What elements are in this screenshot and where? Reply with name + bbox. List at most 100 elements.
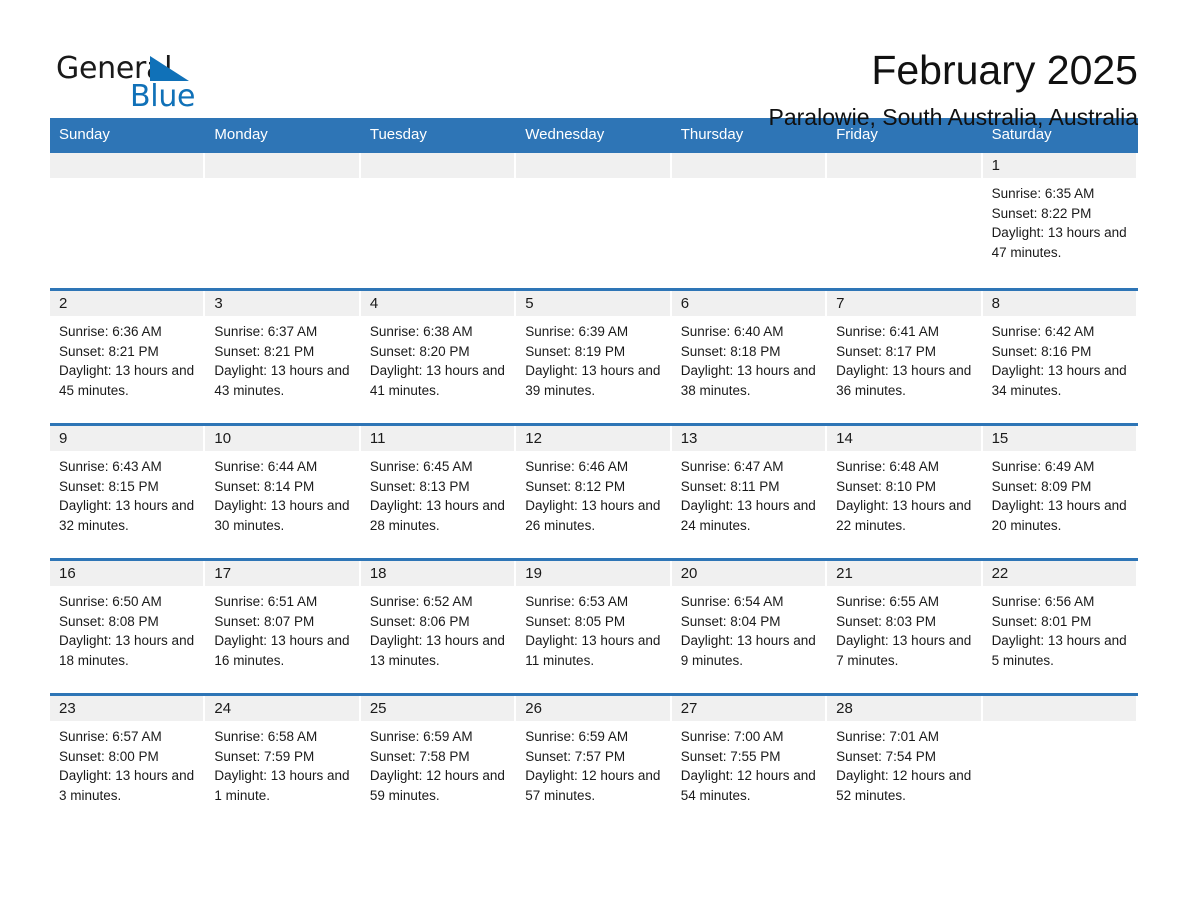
daylight-text: Daylight: 13 hours and 11 minutes. [525, 633, 661, 668]
calendar-day-cell-empty [827, 153, 983, 288]
sunset-text: Sunset: 8:08 PM [59, 613, 159, 629]
day-number: 27 [671, 696, 826, 721]
calendar-day-cell[interactable]: 8 Sunrise: 6:42 AM Sunset: 8:16 PM Daylight… [982, 291, 1138, 423]
calendar-day-cell[interactable]: 14 Sunrise: 6:48 AM Sunset: 8:10 PM Dayligh… [827, 426, 983, 558]
calendar-day-cell[interactable]: 3 Sunrise: 6:37 AM Sunset: 8:21 PM Daylight… [205, 291, 361, 423]
calendar-day-cell[interactable]: 17 Sunrise: 6:51 AM Sunset: 8:07 PM Dayligh… [205, 561, 361, 693]
sunset-text: Sunset: 7:57 PM [525, 748, 626, 764]
day-details: Sunrise: 6:37 AM Sunset: 8:21 PM Daylight:… [205, 316, 360, 400]
day-number [982, 696, 1136, 721]
day-number: 13 [671, 426, 826, 451]
daylight-text: Daylight: 13 hours and 36 minutes. [836, 363, 972, 398]
sunrise-text: Sunrise: 6:50 AM [59, 594, 162, 609]
sunset-text: Sunset: 8:05 PM [525, 613, 626, 629]
sunset-text: Sunset: 7:58 PM [369, 748, 470, 764]
calendar-day-cell[interactable]: 9 Sunrise: 6:43 AM Sunset: 8:15 PM Daylight… [50, 426, 206, 558]
day-details: Sunrise: 6:58 AM Sunset: 7:59 PM Daylight:… [205, 721, 360, 805]
day-details: Sunrise: 6:57 AM Sunset: 8:00 PM Daylight:… [50, 721, 205, 805]
calendar-day-cell[interactable]: 5 Sunrise: 6:39 AM Sunset: 8:19 PM Daylight… [516, 291, 672, 423]
day-details: Sunrise: 6:38 AM Sunset: 8:20 PM Daylight:… [361, 316, 516, 400]
day-details: Sunrise: 6:55 AM Sunset: 8:03 PM Daylight:… [827, 586, 982, 670]
calendar-day-cell[interactable]: 12 Sunrise: 6:46 AM Sunset: 8:12 PM Dayligh… [516, 426, 672, 558]
day-details: Sunrise: 6:42 AM Sunset: 8:16 PM Daylight:… [983, 316, 1138, 400]
sunset-text: Sunset: 8:18 PM [680, 343, 781, 359]
daylight-text: Daylight: 13 hours and 1 minute. [214, 768, 350, 803]
day-number: 24 [205, 696, 359, 721]
calendar-grid: Sunday Monday Tuesday Wednesday Thursday… [50, 118, 1138, 828]
sunrise-text: Sunrise: 6:35 AM [991, 186, 1095, 201]
daylight-text: Daylight: 13 hours and 20 minutes. [991, 498, 1127, 533]
calendar-day-cell[interactable]: 22 Sunrise: 6:56 AM Sunset: 8:01 PM Dayligh… [982, 561, 1138, 693]
sunrise-text: Sunrise: 6:59 AM [525, 729, 629, 744]
sunset-text: Sunset: 8:21 PM [59, 343, 159, 359]
calendar-day-cell[interactable]: 4 Sunrise: 6:38 AM Sunset: 8:20 PM Daylight… [360, 291, 517, 423]
calendar-day-cell[interactable]: 16 Sunrise: 6:50 AM Sunset: 8:08 PM Dayligh… [50, 561, 206, 693]
daylight-text: Daylight: 13 hours and 28 minutes. [369, 498, 505, 533]
day-number: 19 [516, 561, 670, 586]
calendar-day-cell[interactable]: 19 Sunrise: 6:53 AM Sunset: 8:05 PM Dayligh… [516, 561, 672, 693]
sunrise-text: Sunrise: 6:47 AM [680, 459, 784, 474]
calendar-day-cell[interactable]: 26 Sunrise: 6:59 AM Sunset: 7:57 PM Dayligh… [516, 696, 672, 828]
calendar-day-cell[interactable]: 13 Sunrise: 6:47 AM Sunset: 8:11 PM Dayligh… [671, 426, 828, 558]
sunrise-text: Sunrise: 6:49 AM [991, 459, 1095, 474]
day-number: 1 [982, 153, 1136, 178]
sunset-text: Sunset: 8:01 PM [991, 613, 1092, 629]
daylight-text: Daylight: 13 hours and 3 minutes. [59, 768, 195, 803]
weekday-header-wednesday: Wednesday [525, 126, 605, 143]
day-details: Sunrise: 6:53 AM Sunset: 8:05 PM Daylight:… [516, 586, 671, 670]
general-blue-logo[interactable]: General Blue [56, 46, 206, 116]
daylight-text: Daylight: 13 hours and 22 minutes. [836, 498, 972, 533]
day-details: Sunrise: 6:50 AM Sunset: 8:08 PM Daylight:… [50, 586, 205, 670]
calendar-day-cell[interactable]: 1 Sunrise: 6:35 AM Sunset: 8:22 PM Daylight… [982, 153, 1138, 288]
logo-word-blue: Blue [130, 79, 196, 114]
day-number: 28 [827, 696, 981, 721]
calendar-day-cell[interactable]: 27 Sunrise: 7:00 AM Sunset: 7:55 PM Dayligh… [671, 696, 828, 828]
calendar-day-cell[interactable]: 18 Sunrise: 6:52 AM Sunset: 8:06 PM Dayligh… [360, 561, 517, 693]
sunrise-text: Sunrise: 6:57 AM [59, 729, 162, 744]
daylight-text: Daylight: 12 hours and 59 minutes. [369, 768, 505, 803]
calendar-day-cell[interactable]: 25 Sunrise: 6:59 AM Sunset: 7:58 PM Dayligh… [360, 696, 517, 828]
daylight-text: Daylight: 13 hours and 9 minutes. [680, 633, 816, 668]
day-number [516, 153, 670, 178]
sunrise-text: Sunrise: 6:54 AM [680, 594, 784, 609]
calendar-day-cell[interactable]: 6 Sunrise: 6:40 AM Sunset: 8:18 PM Daylight… [671, 291, 828, 423]
day-number [827, 153, 981, 178]
page-title: February 2025 [871, 47, 1138, 93]
calendar-day-cell[interactable]: 20 Sunrise: 6:54 AM Sunset: 8:04 PM Dayligh… [671, 561, 828, 693]
daylight-text: Daylight: 12 hours and 52 minutes. [836, 768, 972, 803]
calendar-day-cell[interactable]: 10 Sunrise: 6:44 AM Sunset: 8:14 PM Dayligh… [205, 426, 361, 558]
calendar-day-cell[interactable]: 21 Sunrise: 6:55 AM Sunset: 8:03 PM Dayligh… [827, 561, 983, 693]
weekday-header-friday: Friday [836, 126, 878, 143]
sunset-text: Sunset: 8:11 PM [680, 478, 780, 494]
sunset-text: Sunset: 8:06 PM [369, 613, 470, 629]
sunrise-text: Sunrise: 6:45 AM [369, 459, 473, 474]
sunset-text: Sunset: 8:07 PM [214, 613, 315, 629]
calendar-day-cell[interactable]: 23 Sunrise: 6:57 AM Sunset: 8:00 PM Dayligh… [50, 696, 206, 828]
sunrise-text: Sunrise: 6:38 AM [369, 324, 473, 339]
calendar-day-cell[interactable]: 7 Sunrise: 6:41 AM Sunset: 8:17 PM Daylight… [827, 291, 983, 423]
daylight-text: Daylight: 13 hours and 45 minutes. [59, 363, 195, 398]
sunset-text: Sunset: 7:59 PM [214, 748, 315, 764]
sunrise-text: Sunrise: 6:53 AM [525, 594, 629, 609]
day-details: Sunrise: 7:01 AM Sunset: 7:54 PM Daylight:… [827, 721, 982, 805]
sunset-text: Sunset: 8:19 PM [525, 343, 626, 359]
sunset-text: Sunset: 8:09 PM [991, 478, 1092, 494]
daylight-text: Daylight: 12 hours and 57 minutes. [525, 768, 661, 803]
sunset-text: Sunset: 8:03 PM [836, 613, 936, 629]
day-number [671, 153, 826, 178]
calendar-day-cell[interactable]: 15 Sunrise: 6:49 AM Sunset: 8:09 PM Dayligh… [982, 426, 1138, 558]
day-number [360, 153, 515, 178]
daylight-text: Daylight: 13 hours and 38 minutes. [680, 363, 816, 398]
sunset-text: Sunset: 8:14 PM [214, 478, 315, 494]
day-number: 7 [827, 291, 981, 316]
sunset-text: Sunset: 7:55 PM [680, 748, 781, 764]
calendar-day-cell[interactable]: 24 Sunrise: 6:58 AM Sunset: 7:59 PM Dayligh… [205, 696, 361, 828]
calendar-day-cell[interactable]: 2 Sunrise: 6:36 AM Sunset: 8:21 PM Daylight… [50, 291, 206, 423]
calendar-day-cell[interactable]: 11 Sunrise: 6:45 AM Sunset: 8:13 PM Dayligh… [360, 426, 517, 558]
calendar-weeks: 1 Sunrise: 6:35 AM Sunset: 8:22 PM Daylight… [50, 153, 1138, 828]
calendar-day-cell[interactable]: 28 Sunrise: 7:01 AM Sunset: 7:54 PM Dayligh… [827, 696, 983, 828]
sunrise-text: Sunrise: 6:46 AM [525, 459, 629, 474]
day-number: 22 [982, 561, 1136, 586]
day-details: Sunrise: 6:46 AM Sunset: 8:12 PM Daylight:… [516, 451, 671, 535]
day-number: 25 [360, 696, 515, 721]
